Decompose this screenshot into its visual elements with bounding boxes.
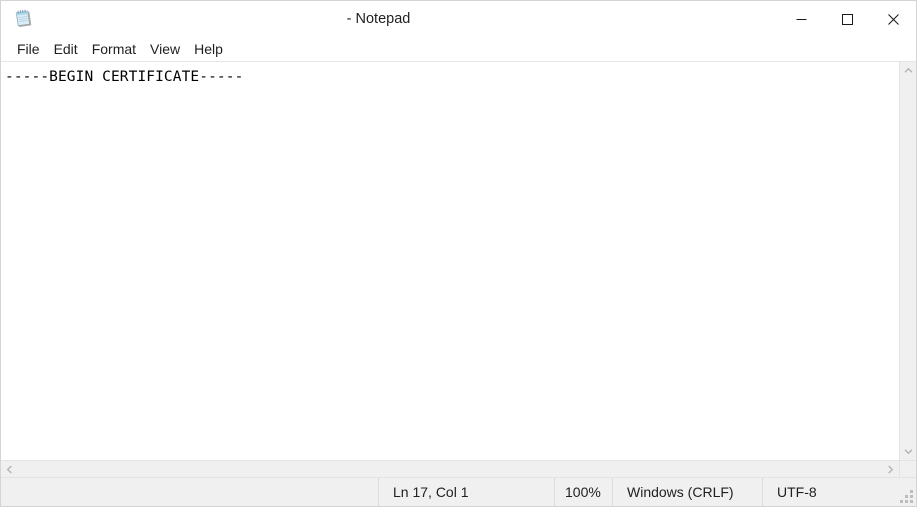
status-bar-filler	[1, 478, 379, 506]
menu-item-help[interactable]: Help	[187, 38, 230, 61]
scrollbar-corner	[899, 461, 916, 477]
status-bar: Ln 17, Col 1 100% Windows (CRLF) UTF-8	[1, 477, 916, 506]
horizontal-scrollbar[interactable]	[1, 461, 899, 477]
vertical-scroll-track[interactable]	[900, 79, 916, 443]
scroll-right-button[interactable]	[882, 461, 899, 477]
close-icon	[887, 14, 899, 25]
scroll-left-button[interactable]	[1, 461, 18, 477]
editor-region: -----BEGIN CERTIFICATE-----	[1, 62, 916, 460]
window-controls	[778, 1, 916, 38]
status-line-ending[interactable]: Windows (CRLF)	[613, 478, 763, 506]
status-cursor-position[interactable]: Ln 17, Col 1	[379, 478, 555, 506]
status-zoom-level[interactable]: 100%	[555, 478, 613, 506]
horizontal-scrollbar-row	[1, 460, 916, 477]
text-editor[interactable]: -----BEGIN CERTIFICATE-----	[1, 62, 899, 460]
minimize-button[interactable]	[778, 1, 824, 38]
menu-item-view[interactable]: View	[143, 38, 187, 61]
maximize-icon	[841, 14, 853, 25]
document-line: -----BEGIN CERTIFICATE-----	[5, 69, 244, 85]
menu-item-format[interactable]: Format	[85, 38, 143, 61]
chevron-up-icon	[903, 67, 913, 73]
menu-item-edit[interactable]: Edit	[47, 38, 85, 61]
scroll-down-button[interactable]	[900, 443, 917, 460]
title-bar: - Notepad	[1, 1, 916, 38]
status-encoding[interactable]: UTF-8	[763, 478, 837, 506]
menu-item-file[interactable]: File	[10, 38, 47, 61]
minimize-icon	[796, 19, 806, 20]
close-button[interactable]	[870, 1, 916, 38]
chevron-left-icon	[6, 464, 12, 474]
chevron-right-icon	[888, 464, 894, 474]
scroll-up-button[interactable]	[900, 62, 917, 79]
resize-grip-icon[interactable]	[900, 490, 913, 503]
chevron-down-icon	[903, 449, 913, 455]
maximize-button[interactable]	[824, 1, 870, 38]
menu-bar: File Edit Format View Help	[1, 38, 916, 62]
notepad-window: - Notepad File Edit Format View Help ---…	[0, 0, 917, 507]
vertical-scrollbar[interactable]	[899, 62, 916, 460]
